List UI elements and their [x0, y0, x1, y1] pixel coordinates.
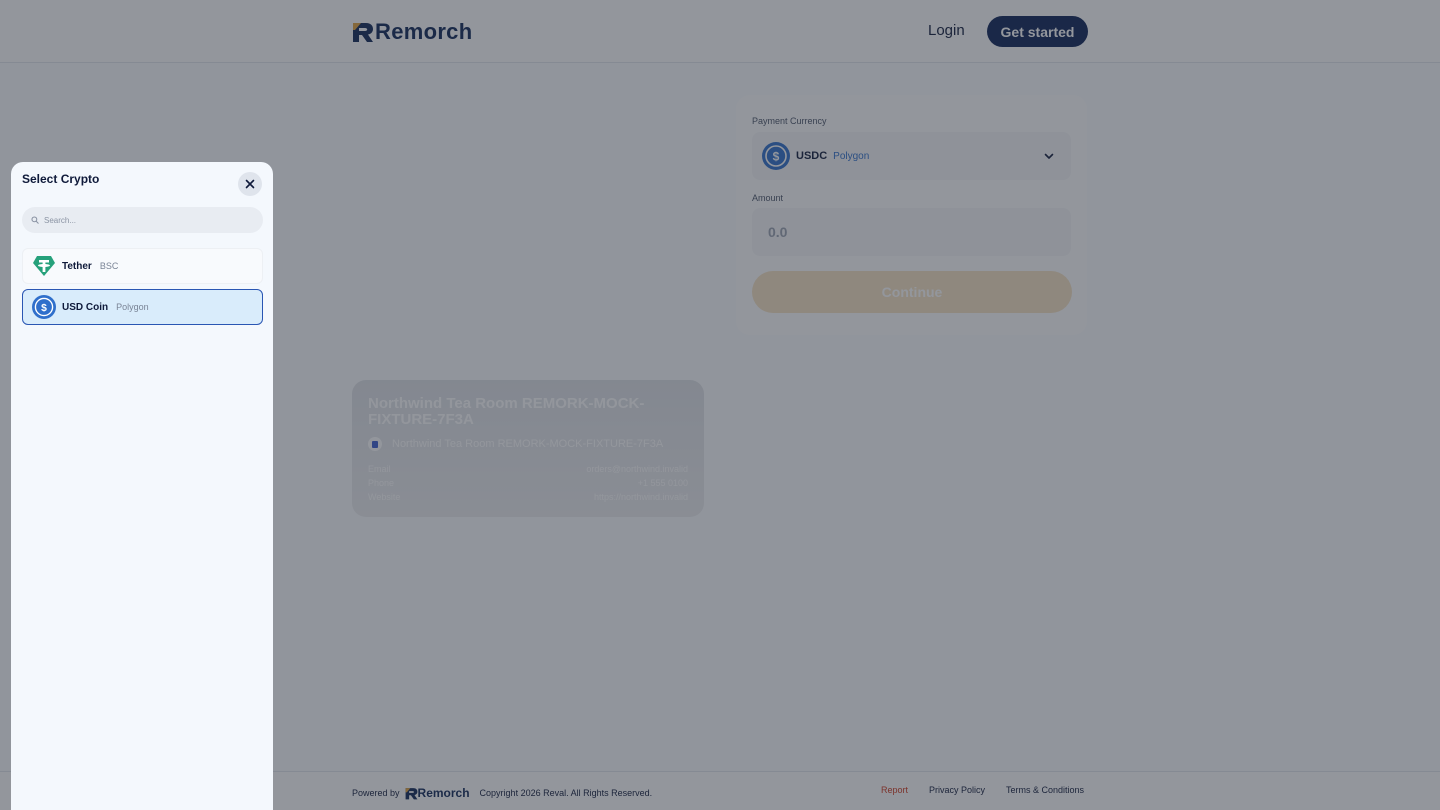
close-icon: [245, 179, 255, 189]
usdc-coin-icon: $: [32, 295, 56, 319]
crypto-item-network: Polygon: [116, 302, 149, 312]
crypto-item-tether[interactable]: Tether BSC: [22, 248, 263, 284]
search-icon: [31, 216, 39, 224]
crypto-item-name: USD Coin: [62, 301, 109, 313]
search-box: [22, 207, 263, 233]
search-input[interactable]: [44, 215, 244, 225]
tether-icon: [32, 254, 56, 278]
crypto-item-name: Tether: [62, 260, 92, 272]
close-button[interactable]: [238, 172, 262, 196]
crypto-item-network: BSC: [99, 261, 119, 271]
sheet-title: Select Crypto: [22, 172, 100, 186]
svg-text:$: $: [41, 303, 47, 314]
crypto-item-usd-coin[interactable]: $ USD Coin Polygon: [22, 289, 263, 325]
select-crypto-sheet: Select Crypto Tether BSC $ USD Coin: [11, 162, 273, 810]
